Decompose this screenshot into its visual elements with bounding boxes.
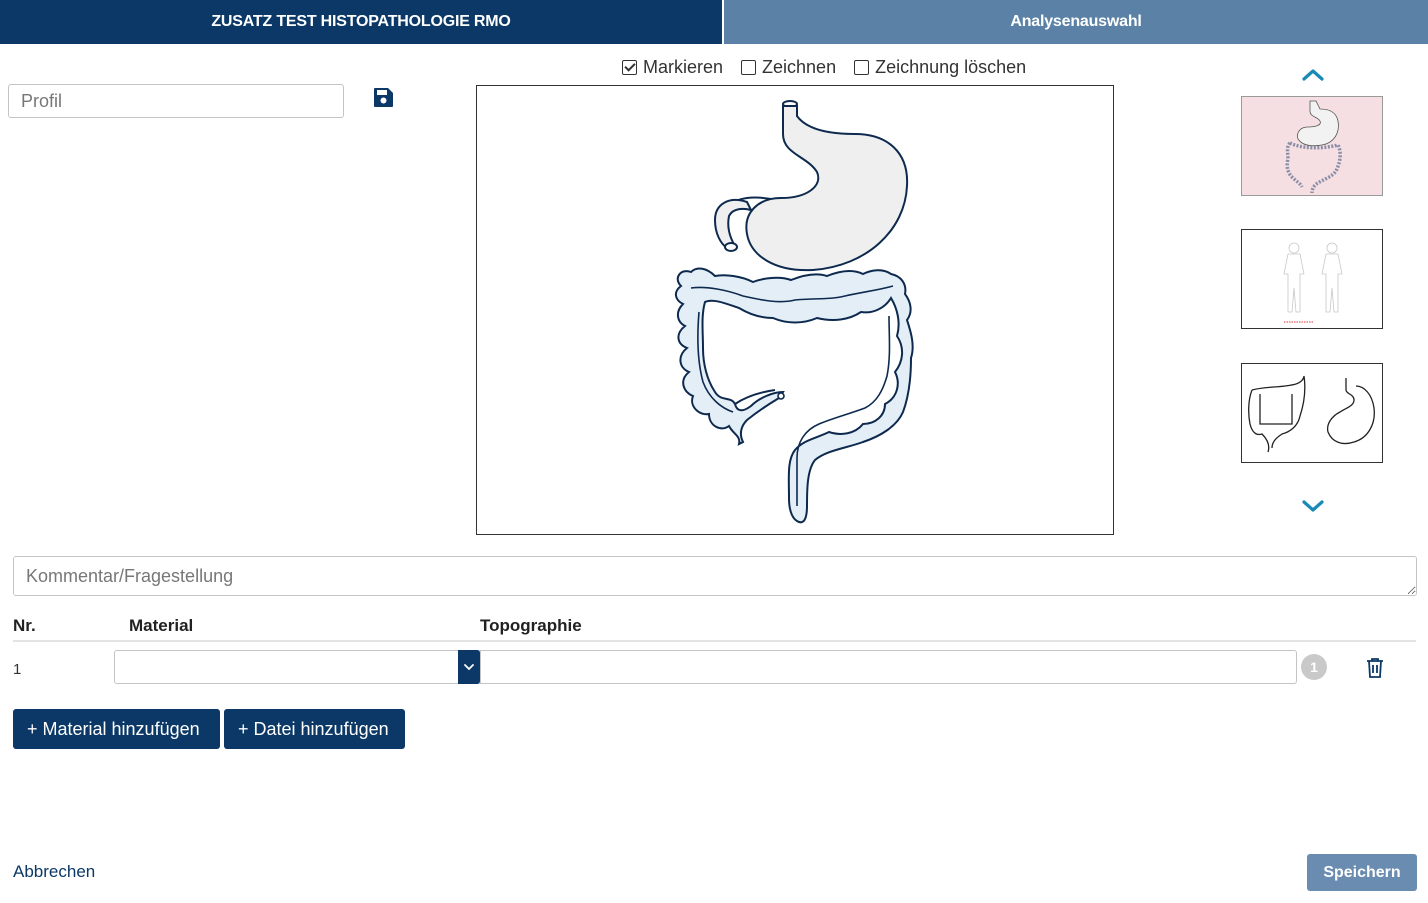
markieren-checkbox[interactable] bbox=[622, 59, 637, 75]
table-header-divider bbox=[13, 640, 1416, 642]
save-icon[interactable] bbox=[373, 87, 394, 108]
chevron-down-icon bbox=[464, 663, 474, 670]
chevron-up-icon[interactable] bbox=[1301, 66, 1325, 84]
colon-stomach-outline-thumbnail-icon bbox=[1248, 375, 1375, 453]
column-header-material: Material bbox=[129, 616, 194, 635]
comment-field[interactable] bbox=[13, 556, 1417, 596]
column-header-nr: Nr. bbox=[13, 616, 36, 635]
save-button[interactable]: Speichern bbox=[1307, 854, 1417, 891]
zeichnen-label: Zeichnen bbox=[762, 56, 837, 77]
material-dropdown-button[interactable] bbox=[458, 650, 480, 684]
row-number: 1 bbox=[13, 661, 22, 678]
zeichnung-loeschen-label: Zeichnung löschen bbox=[875, 56, 1027, 77]
add-file-button[interactable]: + Datei hinzufügen bbox=[224, 709, 405, 749]
header-tabs: ZUSATZ TEST HISTOPATHOLOGIE RMO Analysen… bbox=[0, 0, 1428, 44]
tab-analysenauswahl[interactable]: Analysenauswahl bbox=[722, 0, 1428, 44]
trash-icon[interactable] bbox=[1366, 657, 1384, 678]
digestive-tract-thumbnail-icon bbox=[1285, 100, 1342, 194]
profile-input[interactable] bbox=[8, 84, 344, 118]
zeichnen-checkbox[interactable] bbox=[741, 59, 757, 75]
chevron-down-icon[interactable] bbox=[1301, 497, 1325, 515]
option-zeichnen[interactable]: Zeichnen bbox=[741, 57, 836, 78]
option-zeichnung-loeschen[interactable]: Zeichnung löschen bbox=[854, 57, 1026, 78]
tab-zusatz-test[interactable]: ZUSATZ TEST HISTOPATHOLOGIE RMO bbox=[0, 0, 722, 44]
topographie-input[interactable] bbox=[480, 650, 1297, 684]
markieren-label: Markieren bbox=[643, 56, 724, 77]
thumbnail-colon-stomach[interactable] bbox=[1241, 363, 1383, 463]
option-markieren[interactable]: Markieren bbox=[622, 57, 723, 78]
count-badge: 1 bbox=[1301, 654, 1327, 680]
column-header-topographie: Topographie bbox=[480, 616, 582, 635]
add-material-button[interactable]: + Material hinzufügen bbox=[13, 709, 220, 749]
drawing-options: Markieren Zeichnen Zeichnung löschen bbox=[622, 56, 1044, 78]
digestive-tract-image[interactable] bbox=[477, 86, 1113, 534]
body-outline-thumbnail-icon bbox=[1283, 242, 1343, 323]
cancel-link[interactable]: Abbrechen bbox=[13, 862, 95, 882]
zeichnung-loeschen-checkbox[interactable] bbox=[854, 59, 870, 75]
thumbnail-body-front-back[interactable] bbox=[1241, 229, 1383, 329]
material-select[interactable] bbox=[114, 650, 480, 684]
drawing-canvas[interactable] bbox=[476, 85, 1114, 535]
thumbnail-digestive-tract[interactable] bbox=[1241, 96, 1383, 196]
